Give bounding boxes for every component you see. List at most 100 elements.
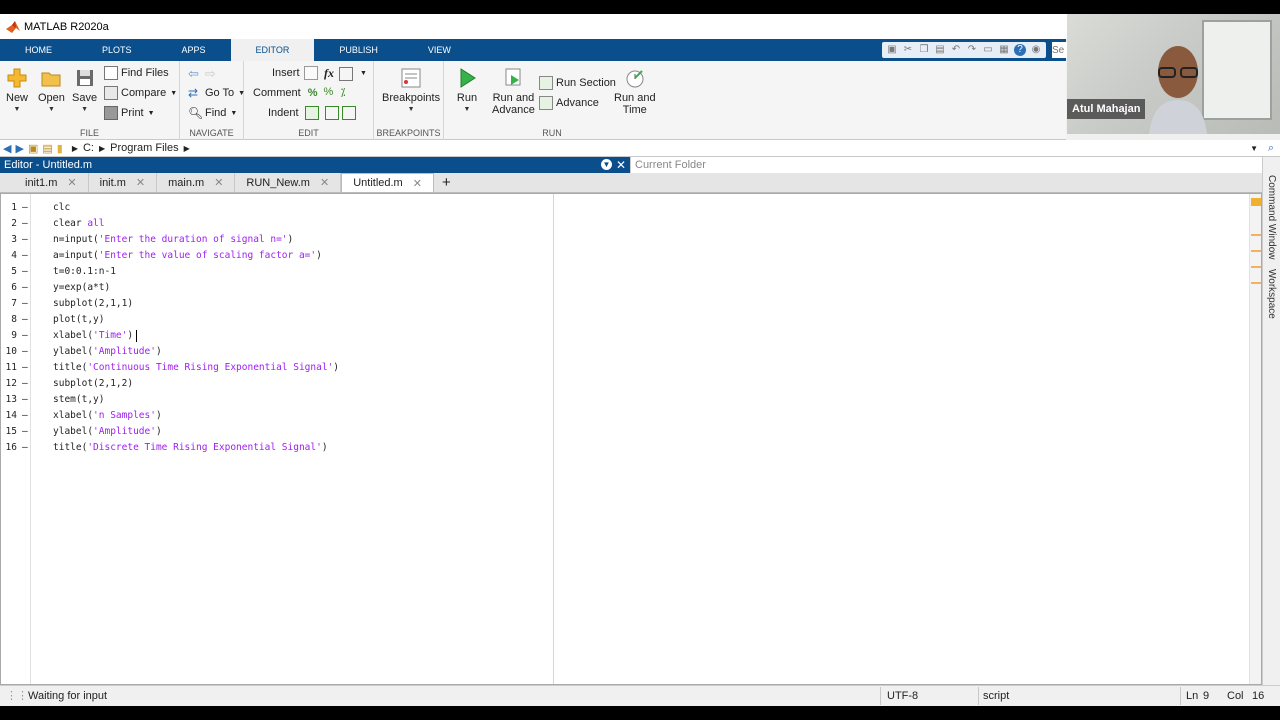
current-folder-header[interactable]: Current Folder — [630, 157, 1262, 173]
back-forward-buttons[interactable]: ⇦ ⇨ — [188, 66, 216, 82]
code-line[interactable]: 3– n=input('Enter the duration of signal … — [1, 232, 553, 248]
warning-marker[interactable] — [1251, 282, 1261, 284]
breakpoint-dash[interactable]: – — [22, 216, 28, 232]
warning-marker[interactable] — [1251, 266, 1261, 268]
breakpoint-dash[interactable]: – — [22, 376, 28, 392]
breakpoints-button[interactable]: Breakpoints ▼ — [382, 67, 440, 113]
run-and-advance-button[interactable]: Run and Advance — [492, 67, 535, 116]
find-files-button[interactable]: Find Files — [104, 66, 169, 80]
close-icon[interactable]: ✕ — [136, 176, 145, 189]
close-icon[interactable]: ✕ — [413, 177, 422, 190]
code-line[interactable]: 15– ylabel('Amplitude') — [1, 424, 553, 440]
copy-icon[interactable]: ❐ — [918, 44, 930, 56]
panel-actions-icon[interactable]: ▼ — [601, 159, 612, 170]
code-line[interactable]: 8– plot(t,y) — [1, 312, 553, 328]
file-tab[interactable]: init1.m ✕ — [14, 173, 89, 192]
open-button[interactable]: Open ▼ — [38, 67, 65, 113]
path-folder[interactable]: Program Files — [110, 142, 178, 154]
breakpoint-dash[interactable]: – — [22, 328, 28, 344]
warning-square-icon[interactable] — [1251, 198, 1261, 206]
indent-button[interactable]: Indent — [268, 106, 359, 120]
close-icon[interactable]: ✕ — [616, 158, 626, 172]
code-line[interactable]: 10– ylabel('Amplitude') — [1, 344, 553, 360]
tab-home[interactable]: HOME — [0, 39, 77, 61]
warning-marker[interactable] — [1251, 234, 1261, 236]
file-tab[interactable]: main.m ✕ — [157, 173, 236, 192]
redo-icon[interactable]: ↷ — [966, 44, 978, 56]
undo-icon[interactable]: ↶ — [950, 44, 962, 56]
breakpoint-dash[interactable]: – — [22, 408, 28, 424]
code-line[interactable]: 6– y=exp(a*t) — [1, 280, 553, 296]
breakpoint-dash[interactable]: – — [22, 424, 28, 440]
code-line[interactable]: 2– clear all — [1, 216, 553, 232]
cut-icon[interactable]: ✂ — [902, 44, 914, 56]
tab-editor[interactable]: EDITOR — [230, 39, 315, 61]
breakpoint-dash[interactable]: – — [22, 312, 28, 328]
close-icon[interactable]: ✕ — [320, 176, 329, 189]
tab-plots[interactable]: PLOTS — [77, 39, 157, 61]
close-icon[interactable]: ✕ — [214, 176, 223, 189]
code-line[interactable]: 1– clc — [1, 200, 553, 216]
arrow-right-icon[interactable]: ⇨ — [205, 66, 216, 82]
run-and-time-button[interactable]: Run and Time — [614, 67, 656, 116]
tab-apps[interactable]: APPS — [157, 39, 231, 61]
breakpoint-dash[interactable]: – — [22, 232, 28, 248]
code-line[interactable]: 5– t=0:0.1:n-1 — [1, 264, 553, 280]
workspace-tab[interactable]: Workspace — [1266, 269, 1277, 319]
code-line[interactable]: 12– subplot(2,1,2) — [1, 376, 553, 392]
save-icon[interactable]: ▣ — [886, 44, 898, 56]
code-line[interactable]: 9– xlabel('Time') — [1, 328, 553, 344]
path-dropdown-icon[interactable]: ▼ — [1250, 144, 1258, 153]
code-line[interactable]: 16– title('Discrete Time Rising Exponenti… — [1, 440, 553, 456]
path-drive[interactable]: C: — [83, 142, 94, 154]
code-line[interactable]: 11– title('Continuous Time Rising Exponen… — [1, 360, 553, 376]
code-line[interactable]: 14– xlabel('n Samples') — [1, 408, 553, 424]
breakpoint-dash[interactable]: – — [22, 248, 28, 264]
browse-folder-icon[interactable]: ▤ — [42, 142, 52, 155]
insert-button[interactable]: Insert — [272, 66, 321, 80]
community-icon[interactable]: ◉ — [1030, 44, 1042, 56]
search-icon[interactable]: ⌕ — [1268, 142, 1274, 155]
new-button[interactable]: New ▼ — [6, 67, 28, 113]
save-button[interactable]: Save ▼ — [72, 67, 97, 113]
breakpoint-dash[interactable]: – — [22, 296, 28, 312]
find-button[interactable]: 🔍︎ Find ▼ — [188, 106, 237, 120]
close-icon[interactable]: ✕ — [67, 176, 76, 189]
code-line[interactable]: 13– stem(t,y) — [1, 392, 553, 408]
breakpoint-dash[interactable]: – — [22, 440, 28, 456]
vertical-scrollbar[interactable] — [1249, 194, 1261, 684]
code-editor[interactable]: 1– clc 2– clear all 3– n=input('Enter the d… — [0, 193, 1262, 685]
code-line[interactable]: 4– a=input('Enter the value of scaling fa… — [1, 248, 553, 264]
file-tab[interactable]: init.m ✕ — [89, 173, 158, 192]
breakpoint-dash[interactable]: – — [22, 264, 28, 280]
back-arrow-icon[interactable]: ◀ — [3, 142, 11, 155]
print-button[interactable]: Print ▼ — [104, 106, 155, 120]
tab-publish[interactable]: PUBLISH — [314, 39, 403, 61]
compare-button[interactable]: Compare ▼ — [104, 86, 177, 100]
run-section-button[interactable]: Run Section — [539, 76, 616, 90]
new-tab-plus-icon[interactable]: + — [434, 173, 459, 192]
switch-windows-icon[interactable]: ▭ — [982, 44, 994, 56]
breakpoint-dash[interactable]: – — [22, 200, 28, 216]
fx-button[interactable]: fx ▼ — [324, 66, 367, 81]
go-to-button[interactable]: ⇄ Go To ▼ — [188, 86, 245, 100]
file-tab[interactable]: RUN_New.m ✕ — [235, 173, 342, 192]
breakpoint-dash[interactable]: – — [22, 344, 28, 360]
up-folder-icon[interactable]: ▣ — [28, 142, 38, 155]
warning-marker[interactable] — [1251, 250, 1261, 252]
breakpoint-dash[interactable]: – — [22, 280, 28, 296]
breakpoint-dash[interactable]: – — [22, 360, 28, 376]
advance-button[interactable]: Advance — [539, 96, 599, 110]
help-icon[interactable]: ? — [1014, 44, 1026, 56]
comment-button[interactable]: Comment%% ⁒ — [253, 86, 357, 100]
file-tab-active[interactable]: Untitled.m ✕ — [341, 173, 434, 192]
run-button[interactable]: Run ▼ — [456, 67, 478, 113]
forward-arrow-icon[interactable]: ▶ — [15, 142, 23, 155]
code-line[interactable]: 7– subplot(2,1,1) — [1, 296, 553, 312]
layout-icon[interactable]: ▦ — [998, 44, 1010, 56]
arrow-left-icon[interactable]: ⇦ — [188, 66, 199, 82]
command-window-tab[interactable]: Command Window — [1266, 175, 1277, 259]
breakpoint-dash[interactable]: – — [22, 392, 28, 408]
tab-view[interactable]: VIEW — [403, 39, 476, 61]
paste-icon[interactable]: ▤ — [934, 44, 946, 56]
